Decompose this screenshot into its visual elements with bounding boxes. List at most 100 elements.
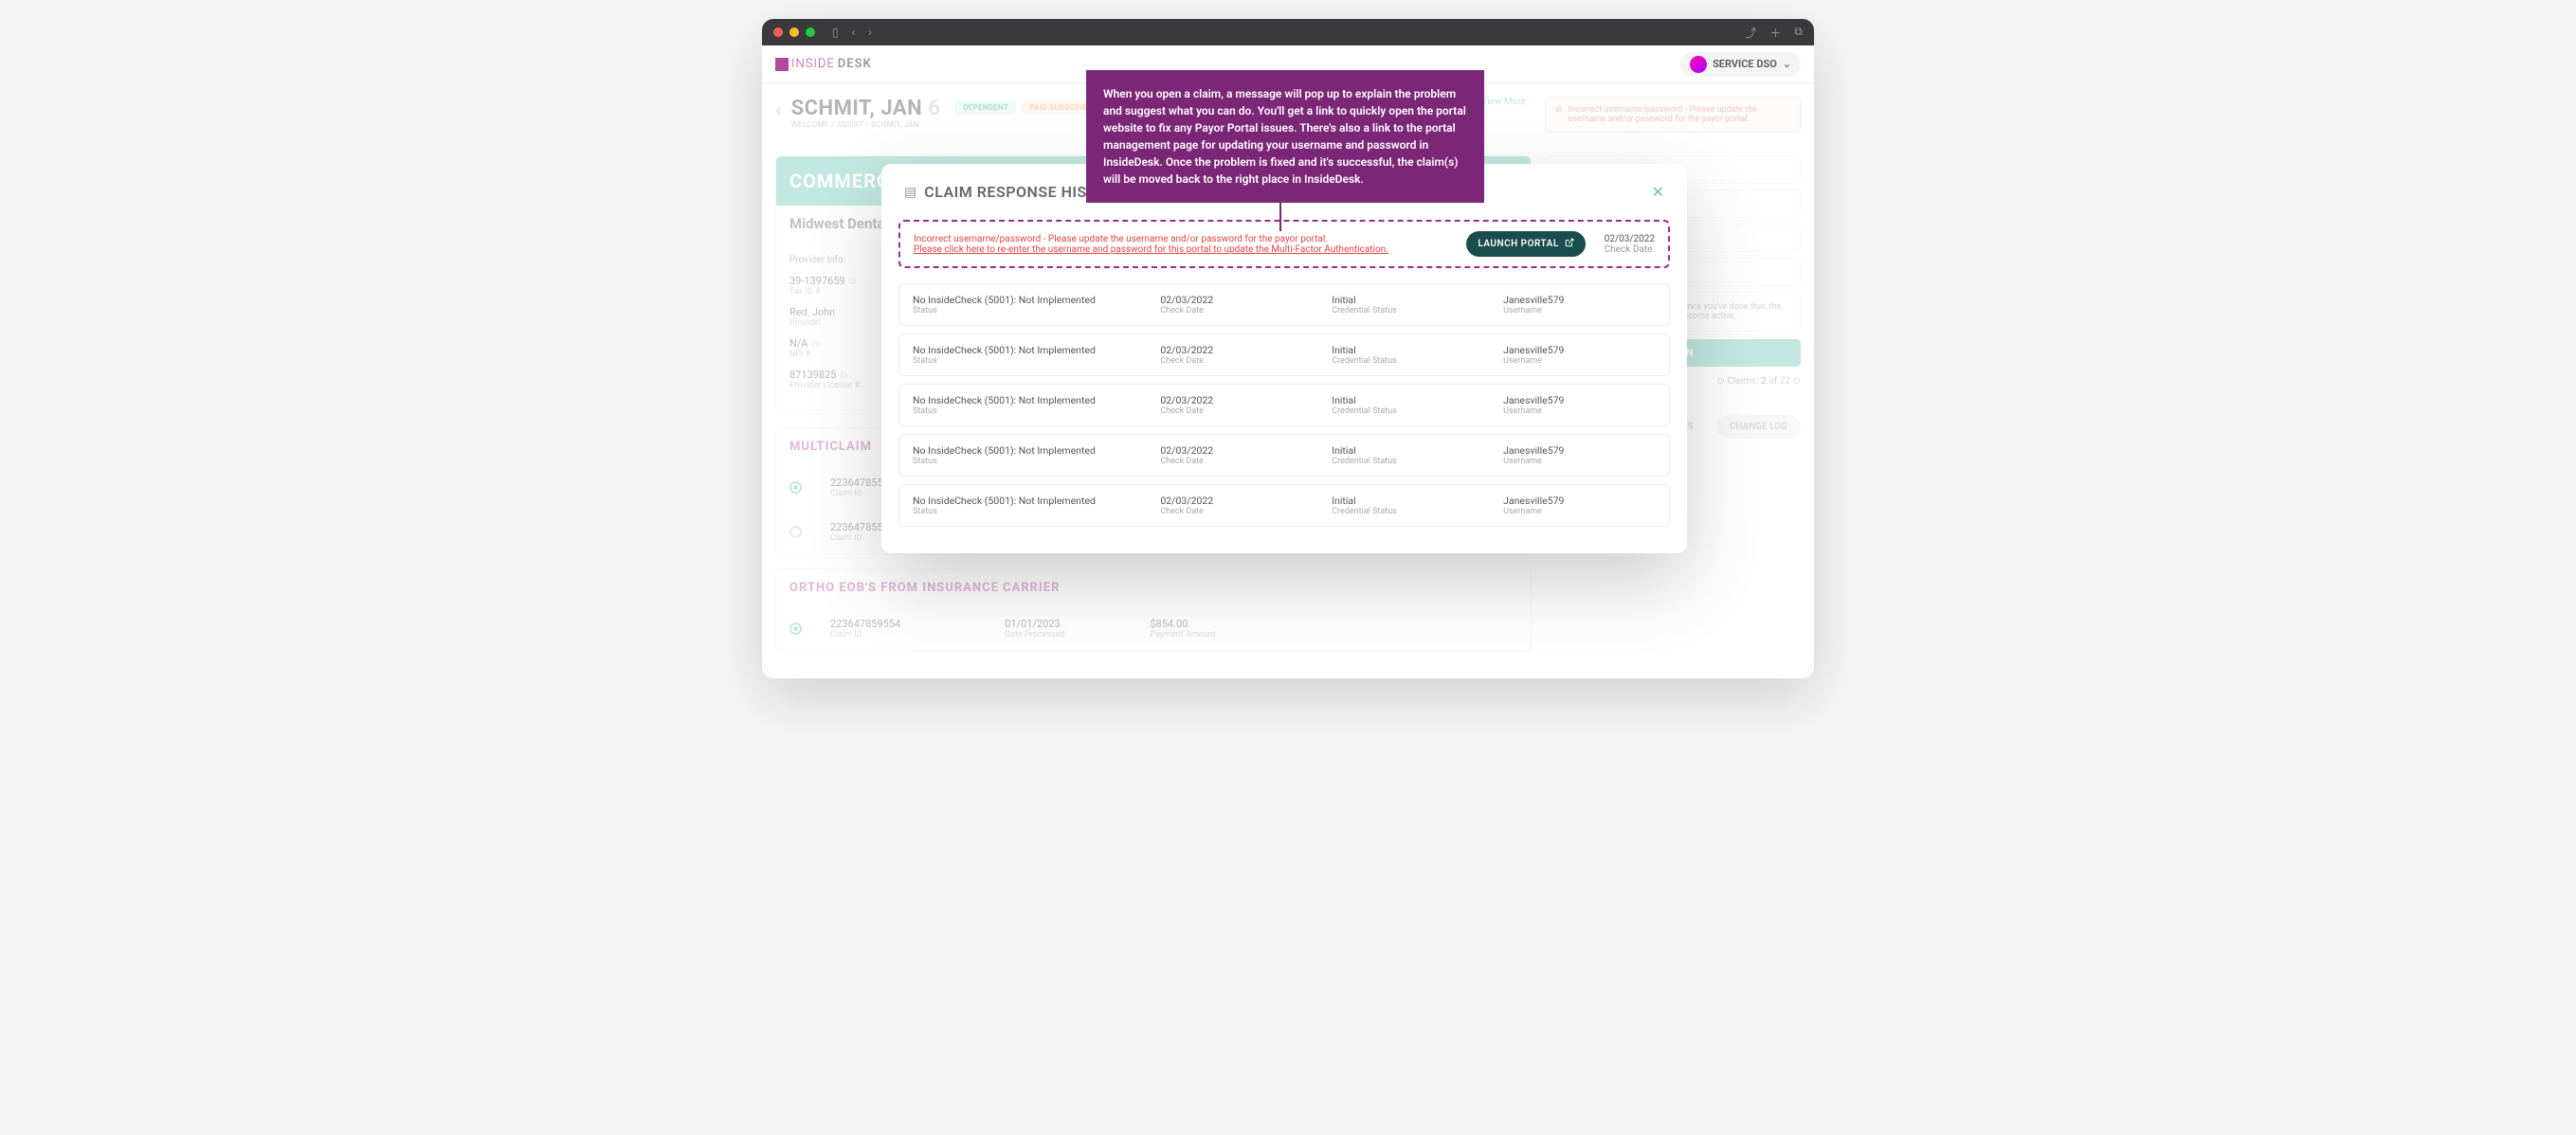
status-label: Status bbox=[913, 457, 1141, 466]
cred-status-value: Initial bbox=[1332, 495, 1484, 507]
check-date-value: 02/03/2022 bbox=[1160, 344, 1313, 356]
check-date-label: Check Date bbox=[1160, 406, 1313, 416]
alert-text-block: Incorrect username/password - Please upd… bbox=[914, 234, 1447, 255]
history-row: No InsideCheck (5001): Not ImplementedSt… bbox=[898, 333, 1670, 376]
history-row: No InsideCheck (5001): Not ImplementedSt… bbox=[898, 434, 1670, 477]
check-date-label: Check Date bbox=[1160, 356, 1313, 366]
claim-id-label: Claim ID bbox=[830, 489, 883, 498]
alert-fix-link[interactable]: Please click here to re-enter the userna… bbox=[914, 244, 1447, 255]
claim-id-value: 223647855 bbox=[830, 521, 883, 533]
check-date-value: 02/03/2022 bbox=[1160, 394, 1313, 406]
alert-icon: ⊘ bbox=[1555, 105, 1563, 124]
tab-change-log[interactable]: CHANGE LOG bbox=[1716, 415, 1801, 439]
username-value: Janesville579 bbox=[1503, 394, 1656, 406]
content-area: When you open a claim, a message will po… bbox=[762, 83, 1814, 678]
radio-icon[interactable] bbox=[789, 526, 802, 538]
ortho-card: ORTHO EOB'S FROM INSURANCE CARRIER 22364… bbox=[775, 568, 1532, 652]
close-icon[interactable]: ✕ bbox=[1652, 183, 1664, 201]
cred-status-label: Credential Status bbox=[1332, 457, 1484, 466]
radio-icon[interactable] bbox=[789, 481, 802, 494]
header-error-text: Incorrect username/password - Please upd… bbox=[1569, 105, 1790, 124]
status-value: No InsideCheck (5001): Not Implemented bbox=[913, 394, 1141, 406]
username-label: Username bbox=[1503, 306, 1656, 315]
cred-status-value: Initial bbox=[1332, 294, 1484, 306]
cred-status-value: Initial bbox=[1332, 344, 1484, 356]
copy-icon[interactable]: ⧉ bbox=[812, 339, 819, 350]
copy-icon[interactable]: ⧉ bbox=[849, 277, 856, 287]
check-date-value: 02/03/2022 bbox=[1160, 294, 1313, 306]
check-date-value: 02/03/2022 bbox=[1160, 495, 1313, 507]
status-label: Status bbox=[913, 507, 1141, 516]
check-date-label: Check Date bbox=[1160, 507, 1313, 516]
status-value: No InsideCheck (5001): Not Implemented bbox=[913, 495, 1141, 507]
launch-portal-label: LAUNCH PORTAL bbox=[1478, 239, 1558, 249]
credential-error-banner: Incorrect username/password - Please upd… bbox=[898, 220, 1670, 268]
close-window-icon[interactable] bbox=[773, 27, 783, 37]
tabs-icon[interactable]: ⧉ bbox=[1794, 25, 1803, 41]
browser-window: ▯ ‹ › ⤴ ＋ ⧉ INSIDEDESK SERVICE DSO ⌄ Whe… bbox=[762, 19, 1814, 678]
status-value: No InsideCheck (5001): Not Implemented bbox=[913, 444, 1141, 457]
back-button-icon[interactable]: ‹ bbox=[775, 99, 782, 122]
launch-portal-button[interactable]: LAUNCH PORTAL bbox=[1466, 231, 1585, 257]
chat-icon: ▤ bbox=[904, 185, 916, 200]
cred-status-label: Credential Status bbox=[1332, 406, 1484, 416]
alert-check-date: 02/03/2022 Check Date bbox=[1605, 234, 1655, 255]
minimize-window-icon[interactable] bbox=[789, 27, 799, 37]
nav-back-icon[interactable]: ‹ bbox=[852, 26, 856, 39]
instruction-callout: When you open a claim, a message will po… bbox=[1086, 70, 1484, 203]
chrome-right-icons: ⤴ ＋ ⧉ bbox=[1745, 25, 1803, 41]
ortho-row[interactable]: 223647859554Claim ID 01/01/2023Date Proc… bbox=[776, 606, 1531, 651]
ortho-title: ORTHO EOB'S FROM INSURANCE CARRIER bbox=[776, 569, 1531, 606]
username-value: Janesville579 bbox=[1503, 444, 1656, 457]
history-list: No InsideCheck (5001): Not ImplementedSt… bbox=[881, 276, 1687, 553]
status-label: Status bbox=[913, 406, 1141, 416]
breadcrumb[interactable]: WELCOME / ASSIST / SCHMIT, JAN bbox=[791, 120, 941, 129]
cred-status-label: Credential Status bbox=[1332, 356, 1484, 366]
claim-id-label: Claim ID bbox=[830, 533, 883, 543]
history-row: No InsideCheck (5001): Not ImplementedSt… bbox=[898, 384, 1670, 426]
claim-id-value: 223647855 bbox=[830, 477, 883, 489]
browser-titlebar: ▯ ‹ › ⤴ ＋ ⧉ bbox=[762, 19, 1814, 45]
header-error-alert: ⊘ Incorrect username/password - Please u… bbox=[1545, 97, 1801, 133]
new-tab-icon[interactable]: ＋ bbox=[1769, 25, 1781, 41]
badge-dependent: DEPENDENT bbox=[955, 100, 1016, 115]
avatar-icon bbox=[1690, 56, 1707, 73]
radio-icon[interactable] bbox=[789, 622, 802, 635]
user-menu[interactable]: SERVICE DSO ⌄ bbox=[1680, 52, 1801, 77]
alert-error-text: Incorrect username/password - Please upd… bbox=[914, 234, 1447, 244]
callout-text: When you open a claim, a message will po… bbox=[1103, 87, 1466, 186]
next-claim-icon[interactable]: ⊙ bbox=[1793, 376, 1801, 387]
username-label: Username bbox=[1503, 406, 1656, 416]
cred-status-value: Initial bbox=[1332, 394, 1484, 406]
prev-claim-icon[interactable]: ⊙ bbox=[1716, 376, 1724, 387]
history-row: No InsideCheck (5001): Not ImplementedSt… bbox=[898, 283, 1670, 326]
check-date-value: 02/03/2022 bbox=[1160, 444, 1313, 457]
logo-text-2: DESK bbox=[838, 57, 872, 71]
sidebar-toggle-icon[interactable]: ▯ bbox=[832, 26, 839, 39]
logo-text-1: INSIDE bbox=[791, 57, 835, 71]
nav-forward-icon[interactable]: › bbox=[868, 26, 872, 39]
status-value: No InsideCheck (5001): Not Implemented bbox=[913, 294, 1141, 306]
username-value: Janesville579 bbox=[1503, 495, 1656, 507]
cred-status-label: Credential Status bbox=[1332, 306, 1484, 315]
external-link-icon bbox=[1565, 238, 1574, 250]
logo-mark-icon bbox=[775, 58, 789, 71]
username-value: Janesville579 bbox=[1503, 294, 1656, 306]
status-label: Status bbox=[913, 356, 1141, 366]
window-controls bbox=[773, 27, 815, 37]
logo[interactable]: INSIDEDESK bbox=[775, 57, 872, 71]
cred-status-value: Initial bbox=[1332, 444, 1484, 457]
username-label: Username bbox=[1503, 507, 1656, 516]
username-value: Janesville579 bbox=[1503, 344, 1656, 356]
claim-response-history-modal: ▤ CLAIM RESPONSE HISTORY ✕ Incorrect use… bbox=[881, 164, 1687, 553]
share-icon[interactable]: ⤴ bbox=[1745, 25, 1756, 41]
status-label: Status bbox=[913, 306, 1141, 315]
chevron-down-icon: ⌄ bbox=[1783, 58, 1791, 70]
username-label: Username bbox=[1503, 356, 1656, 366]
view-more-link[interactable]: View More bbox=[1481, 97, 1526, 107]
cred-status-label: Credential Status bbox=[1332, 507, 1484, 516]
copy-icon[interactable]: ⧉ bbox=[840, 370, 846, 381]
history-row: No InsideCheck (5001): Not ImplementedSt… bbox=[898, 484, 1670, 527]
status-value: No InsideCheck (5001): Not Implemented bbox=[913, 344, 1141, 356]
maximize-window-icon[interactable] bbox=[806, 27, 815, 37]
